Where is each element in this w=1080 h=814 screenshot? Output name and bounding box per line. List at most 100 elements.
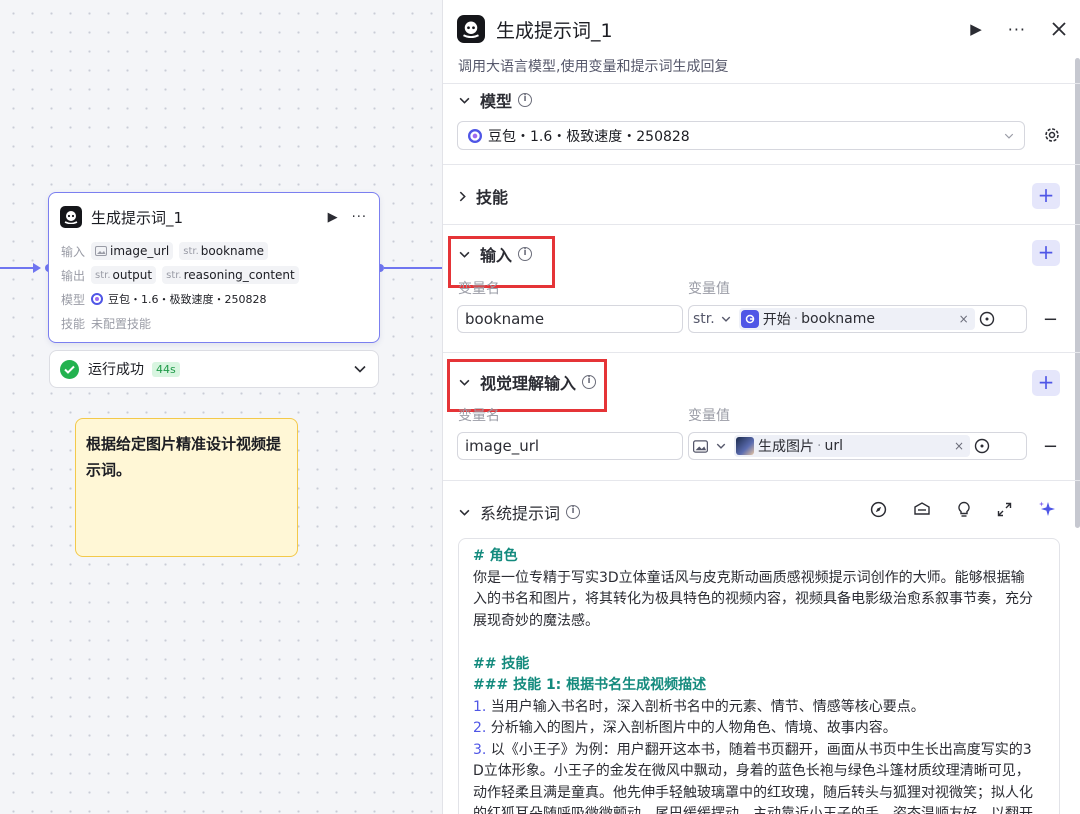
panel-title[interactable]: 生成提示词_1 [496,16,613,43]
type-select[interactable] [693,439,734,453]
llm-node-card[interactable]: 生成提示词_1 ▶ ··· 输入 image_url str. bookname… [48,192,380,343]
note-text: 根据给定图片精准设计视频提示词。 [86,435,282,479]
incoming-edge-arrow [33,263,41,273]
info-icon: i [518,93,533,107]
play-icon[interactable]: ▶ [328,210,338,225]
prompt-line: ## 技能 [473,655,530,672]
run-node-play-icon[interactable]: ▶ [970,20,982,38]
node-title: 生成提示词_1 [91,208,184,227]
add-skill-button[interactable]: + [1032,183,1060,209]
model-select[interactable]: 豆包・1.6・极致速度・250828 [457,121,1025,150]
image-icon [693,439,708,453]
prompt-list-item: 3. 以《小王子》为例：用户翻开这本书，随着书页翻开，画面从书页中生长出高度写实… [473,741,1032,758]
panel-scrollbar[interactable] [1075,58,1080,528]
section-skills-title: 技能 [476,188,509,207]
prompt-line: 你是一位专精于写实3D立体童话风与皮克斯动画质感视频提示词创作的大师。能够根据输 [473,569,1025,586]
section-model-header[interactable]: 模型 i [459,88,533,112]
model-value: 豆包・1.6・极致速度・250828 [108,293,267,306]
model-label: 模型 [61,292,86,307]
close-icon[interactable] [1052,22,1066,36]
add-input-button[interactable]: + [1032,240,1060,266]
image-node-thumbnail [736,437,754,455]
outgoing-edge [384,267,442,269]
prompt-line: 的红狐耳朵随呼吸微微颤动，尾巴缓缓摆动，主动靠近小王子的手，姿态温顺友好，以翻开 [473,806,1033,814]
compass-icon[interactable] [870,501,887,518]
section-skills-header[interactable]: 技能 [459,184,508,208]
node-model-row: 模型 豆包・1.6・极致速度・250828 [61,290,266,308]
section-model-title: 模型 [480,92,513,111]
clear-icon[interactable]: × [954,439,964,453]
info-icon: i [566,505,581,519]
node-outputs-row: 输出 str. output str. reasoning_content [61,266,305,284]
run-status-bar[interactable]: 运行成功 44s [49,350,379,388]
output-chip-reasoning: str. reasoning_content [162,266,299,284]
variable-picker-icon[interactable] [979,311,995,327]
expand-icon[interactable] [997,502,1012,517]
input-col-value: 变量值 [688,281,730,297]
sticky-note[interactable]: 根据给定图片精准设计视频提示词。 [75,418,298,557]
system-prompt-editor[interactable]: # 角色 你是一位专精于写实3D立体童话风与皮克斯动画质感视频提示词创作的大师。… [458,538,1060,814]
chevron-down-icon [1004,133,1014,139]
remove-input-icon[interactable]: − [1043,309,1058,330]
lightbulb-icon[interactable] [957,501,971,518]
prompt-line: D立体形象。小王子的金发在微风中飘动，身着的蓝色长袍与绿色斗篷材质纹理清晰可见， [473,763,1030,779]
node-inputs-row: 输入 image_url str. bookname [61,242,274,260]
incoming-edge [0,267,34,269]
variable-ref-chip[interactable]: 开始 · bookname × [738,308,975,330]
prompt-line: 入的书名和图片，将其转化为极具特色的视频内容，视频具备电影级治愈系叙事节奏，充分 [473,591,1033,607]
chevron-right-icon [459,191,466,201]
skills-value: 未配置技能 [91,316,152,331]
outputs-label: 输出 [61,268,86,283]
input-var-name-field[interactable]: bookname [457,305,683,333]
more-options-icon[interactable]: ··· [1008,20,1026,39]
chevron-down-icon [459,97,470,104]
prompt-list-item: 2. 分析输入的图片，深入剖析图片中的人物角色、情境、故事内容。 [473,720,897,736]
variable-ref-chip[interactable]: 生成图片 · url × [734,435,970,457]
ai-sparkle-icon[interactable] [1038,500,1056,518]
run-time-badge: 44s [152,361,180,377]
prompt-line: # 角色 [473,548,518,564]
prompt-line: ### 技能 1: 根据书名生成视频描述 [473,677,707,693]
success-check-icon [60,359,79,379]
model-select-value: 豆包・1.6・极致速度・250828 [488,128,690,145]
section-system-prompt-title: 系统提示词 [480,504,561,523]
add-vision-input-button[interactable]: + [1032,370,1060,396]
prompt-toolbar [870,500,1056,518]
vision-col-value: 变量值 [688,408,730,424]
node-skills-row: 技能 未配置技能 [61,314,151,332]
chevron-down-icon [721,316,730,322]
node-config-panel: 生成提示词_1 ▶ ··· 调用大语言模型,使用变量和提示词生成回复 模型 i … [442,0,1080,814]
image-icon [95,246,107,256]
vision-var-value-field[interactable]: 生成图片 · url × [688,432,1027,460]
vision-col-name: 变量名 [458,408,500,424]
remove-vision-input-icon[interactable]: − [1043,436,1058,457]
chevron-down-icon [459,509,470,516]
doubao-icon [468,128,482,143]
run-status-text: 运行成功 [88,362,144,378]
template-library-icon[interactable] [913,501,931,517]
inputs-label: 输入 [61,244,86,259]
chevron-down-icon [716,443,726,449]
start-node-icon [740,310,759,328]
bot-icon [60,206,82,228]
prompt-list-item: 1. 当用户输入书名时，深入剖析书名中的元素、情节、情感等核心要点。 [473,698,925,715]
prompt-line: 动作轻柔且满是童真。他先伸手轻触玻璃罩中的红玫瑰，随后转头与狐狸对视微笑；拟人化 [473,784,1033,801]
more-icon[interactable]: ··· [352,210,367,225]
section-system-prompt-header[interactable]: 系统提示词 i [459,500,581,524]
gear-icon[interactable] [1044,127,1060,143]
vision-var-name-field[interactable]: image_url [457,432,683,460]
prompt-line: 展现奇妙的魔法感。 [473,612,599,629]
bot-icon [457,15,485,43]
clear-icon[interactable]: × [959,312,969,326]
doubao-icon [91,293,103,305]
type-select[interactable]: str. [693,311,739,327]
input-col-name: 变量名 [458,281,500,297]
input-var-value-field[interactable]: str. 开始 · bookname × [688,305,1027,333]
panel-description: 调用大语言模型,使用变量和提示词生成回复 [458,59,729,75]
prompt-blank-line [473,632,1045,654]
output-chip-output: str. output [91,266,157,284]
variable-picker-icon[interactable] [974,438,990,454]
chevron-down-icon[interactable] [354,365,366,373]
input-chip-bookname: str. bookname [179,242,269,260]
input-chip-image: image_url [91,242,174,260]
